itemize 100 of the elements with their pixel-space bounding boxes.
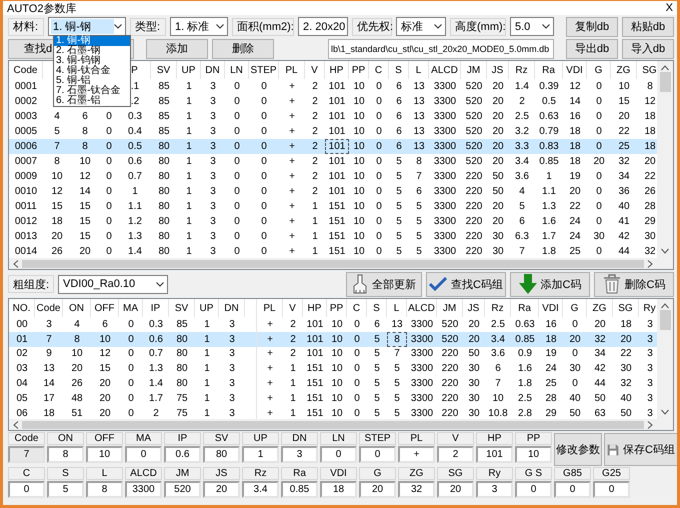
input-field[interactable]: 8 bbox=[86, 481, 123, 498]
dropdown[interactable]: 2. 20x20 bbox=[298, 17, 348, 36]
scroll-right-icon[interactable] bbox=[647, 420, 653, 428]
column-header[interactable]: Ra bbox=[511, 299, 539, 317]
column-header[interactable]: SG bbox=[613, 299, 639, 317]
column-header[interactable]: PP bbox=[327, 299, 347, 317]
column-header[interactable]: HP bbox=[325, 61, 349, 79]
dropdown-option[interactable]: 1. 铜-钢 bbox=[54, 36, 130, 46]
column-header[interactable]: PL bbox=[279, 61, 305, 79]
scroll-right-icon[interactable] bbox=[647, 260, 653, 268]
column-header[interactable]: ALCD bbox=[407, 299, 437, 317]
db-button[interactable]: 导入db bbox=[622, 38, 674, 58]
path-field[interactable]: lb\1_standard\cu_stl\cu_stl_20x20_MODE0_5.0mm.db bbox=[328, 38, 554, 58]
column-header[interactable]: ZG bbox=[611, 61, 637, 79]
column-header[interactable]: IP bbox=[143, 299, 169, 317]
input-field[interactable]: 32 bbox=[398, 481, 435, 498]
column-header[interactable]: JS bbox=[487, 61, 509, 79]
input-field[interactable]: 520 bbox=[164, 481, 201, 498]
toolbar-button[interactable]: 删除 bbox=[212, 38, 274, 58]
column-header[interactable]: MA bbox=[119, 299, 143, 317]
column-header[interactable]: VDI bbox=[539, 299, 563, 317]
toolbar-button[interactable]: 添加 bbox=[146, 38, 208, 58]
column-header[interactable]: V bbox=[305, 61, 325, 79]
column-header[interactable]: JS bbox=[463, 299, 485, 317]
input-field[interactable]: 0 bbox=[593, 481, 630, 498]
input-field[interactable]: 20 bbox=[203, 481, 240, 498]
column-header[interactable]: UP bbox=[195, 299, 219, 317]
input-field[interactable]: 10 bbox=[86, 446, 123, 463]
column-header[interactable]: Rz bbox=[485, 299, 511, 317]
group-button[interactable]: 查找C码组 bbox=[426, 272, 506, 296]
scroll-left-icon[interactable] bbox=[13, 420, 19, 428]
group-button[interactable]: 全部更新 bbox=[346, 272, 422, 296]
input-field[interactable]: 3 bbox=[281, 446, 318, 463]
group-button[interactable]: 删除C码 bbox=[594, 272, 674, 296]
column-header[interactable]: L bbox=[409, 61, 429, 79]
vertical-scrollbar[interactable] bbox=[657, 61, 673, 258]
column-header[interactable]: STEP bbox=[249, 61, 279, 79]
input-field[interactable]: 3.4 bbox=[242, 481, 279, 498]
input-field[interactable]: 0 bbox=[515, 481, 552, 498]
close-button[interactable]: X bbox=[666, 2, 673, 14]
column-header[interactable]: C bbox=[369, 61, 389, 79]
horizontal-scrollbar[interactable] bbox=[9, 419, 673, 430]
column-header[interactable]: V bbox=[283, 299, 303, 317]
scroll-thumb[interactable] bbox=[660, 310, 670, 330]
column-header[interactable]: JM bbox=[461, 61, 487, 79]
dropdown[interactable]: 1. 铜-钢 bbox=[48, 17, 126, 36]
input-field[interactable]: 20 bbox=[437, 481, 474, 498]
column-header[interactable]: G bbox=[587, 61, 611, 79]
input-field[interactable]: 20 bbox=[359, 481, 396, 498]
scroll-down-icon[interactable] bbox=[661, 409, 669, 415]
input-field[interactable]: 5 bbox=[47, 481, 84, 498]
input-field[interactable]: 0 bbox=[359, 446, 396, 463]
column-header[interactable]: Rz bbox=[509, 61, 535, 79]
column-header[interactable]: ZG bbox=[587, 299, 613, 317]
column-header[interactable]: DN bbox=[201, 61, 225, 79]
input-field[interactable]: 18 bbox=[320, 481, 357, 498]
editor-button[interactable]: 保存C码组 bbox=[604, 433, 677, 466]
input-field[interactable]: 101 bbox=[476, 446, 513, 463]
column-header[interactable]: HP bbox=[303, 299, 327, 317]
column-header[interactable]: NO. bbox=[9, 299, 35, 317]
column-header[interactable]: UP bbox=[177, 61, 201, 79]
column-header[interactable]: PL bbox=[257, 299, 283, 317]
column-header[interactable]: G bbox=[563, 299, 587, 317]
horizontal-scrollbar[interactable] bbox=[9, 258, 673, 269]
scroll-thumb[interactable] bbox=[22, 260, 644, 268]
input-field[interactable]: 80 bbox=[203, 446, 240, 463]
column-header[interactable]: SV bbox=[151, 61, 177, 79]
db-button[interactable]: 导出db bbox=[566, 38, 618, 58]
column-header[interactable]: S bbox=[389, 61, 409, 79]
column-header[interactable]: Code bbox=[9, 61, 43, 79]
input-field[interactable]: 3300 bbox=[125, 481, 162, 498]
scroll-up-icon[interactable] bbox=[661, 303, 669, 309]
column-header[interactable]: OFF bbox=[91, 299, 119, 317]
input-field[interactable]: 0 bbox=[554, 481, 591, 498]
column-header[interactable]: Ra bbox=[535, 61, 563, 79]
scroll-left-icon[interactable] bbox=[13, 260, 19, 268]
group-button[interactable]: 添加C码 bbox=[510, 272, 590, 296]
vertical-scrollbar[interactable] bbox=[657, 299, 673, 419]
selected-row[interactable]: 0006 7 8 0 0.5 80 1 3 0 0 + 2 101 10 0 6 13 3300 520 20 3.3 0.83 18 0 25 18 bbox=[9, 139, 657, 154]
scroll-up-icon[interactable] bbox=[661, 65, 669, 71]
input-field[interactable]: 2 bbox=[437, 446, 474, 463]
column-header[interactable]: S bbox=[367, 299, 387, 317]
column-header[interactable]: L bbox=[387, 299, 407, 317]
scroll-thumb[interactable] bbox=[660, 72, 670, 92]
input-field[interactable]: 0 bbox=[8, 481, 45, 498]
input-field[interactable]: 0.6 bbox=[164, 446, 201, 463]
column-header[interactable]: Code bbox=[35, 299, 63, 317]
column-header[interactable]: ALCD bbox=[429, 61, 461, 79]
db-button[interactable]: 粘贴db bbox=[622, 16, 674, 36]
input-field[interactable]: 3 bbox=[476, 481, 513, 498]
column-header[interactable]: SV bbox=[169, 299, 195, 317]
column-header[interactable]: C bbox=[347, 299, 367, 317]
column-header[interactable]: PP bbox=[349, 61, 369, 79]
input-field[interactable]: 1 bbox=[242, 446, 279, 463]
input-field[interactable]: 0 bbox=[320, 446, 357, 463]
column-header[interactable]: VDI bbox=[563, 61, 587, 79]
column-header[interactable]: JM bbox=[437, 299, 463, 317]
scroll-thumb[interactable] bbox=[22, 420, 644, 428]
dropdown[interactable]: 5.0 bbox=[510, 17, 554, 36]
dropdown[interactable]: 标准 bbox=[396, 17, 446, 36]
